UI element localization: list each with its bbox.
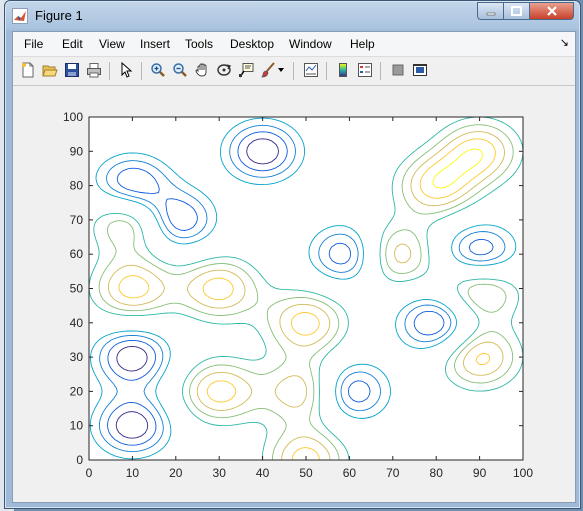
toolbar-separator — [141, 62, 142, 80]
contour-plot[interactable]: 0 10 20 30 40 50 60 70 80 90 100 0 10 20 30 40 50 60 70 80 9… — [13, 86, 575, 502]
brush-icon[interactable] — [259, 61, 277, 79]
close-icon — [546, 6, 557, 16]
y-tick-label: 30 — [70, 350, 84, 364]
plot-area: 0 10 20 30 40 50 60 70 80 90 100 0 10 20 30 40 50 60 70 80 9… — [13, 86, 575, 502]
rotate-3d-icon[interactable] — [215, 61, 233, 79]
window-title: Figure 1 — [35, 8, 83, 23]
menu-edit[interactable]: Edit — [62, 37, 83, 51]
toolbar-separator — [293, 62, 294, 80]
menu-view[interactable]: View — [99, 37, 125, 51]
menu-insert[interactable]: Insert — [140, 37, 170, 51]
dock-arrow-icon[interactable]: ↘ — [560, 36, 569, 49]
y-tick-label: 50 — [70, 282, 84, 296]
matlab-logo-icon — [12, 8, 28, 24]
zoom-out-icon[interactable] — [171, 61, 189, 79]
menu-tools[interactable]: Tools — [185, 37, 213, 51]
y-tick-label: 80 — [70, 179, 84, 193]
insert-colorbar-icon[interactable] — [334, 61, 352, 79]
pan-hand-icon[interactable] — [193, 61, 211, 79]
maximize-button[interactable] — [504, 2, 530, 20]
toolbar-separator — [109, 62, 110, 80]
toolbar-separator — [326, 62, 327, 80]
print-icon[interactable] — [85, 61, 103, 79]
brush-dropdown-icon[interactable] — [276, 61, 286, 79]
minimize-button[interactable] — [477, 2, 504, 20]
menu-help[interactable]: Help — [350, 37, 375, 51]
toolbar-separator — [380, 62, 381, 80]
x-tick-label: 50 — [299, 466, 313, 480]
x-tick-label: 100 — [513, 466, 533, 480]
axes-background — [89, 117, 523, 460]
edit-plot-arrow-icon[interactable] — [117, 61, 135, 79]
x-tick-label: 70 — [386, 466, 400, 480]
menu-window[interactable]: Window — [289, 37, 332, 51]
menu-bar: File Edit View Insert Tools Desktop Wind… — [13, 32, 575, 57]
figure-window: Figure 1 File Edit View Insert Tools Des… — [4, 0, 581, 509]
figure-client-area: File Edit View Insert Tools Desktop Wind… — [12, 31, 576, 503]
y-tick-label: 40 — [70, 316, 84, 330]
y-tick-label: 60 — [70, 247, 84, 261]
x-tick-label: 40 — [256, 466, 270, 480]
x-tick-label: 60 — [343, 466, 357, 480]
hide-plot-tools-icon[interactable] — [389, 61, 407, 79]
show-plot-tools-icon[interactable] — [411, 61, 429, 79]
new-figure-icon[interactable] — [19, 61, 37, 79]
x-tick-label: 30 — [213, 466, 227, 480]
x-tick-label: 90 — [473, 466, 487, 480]
insert-legend-icon[interactable] — [356, 61, 374, 79]
maximize-icon — [511, 6, 522, 16]
zoom-in-icon[interactable] — [149, 61, 167, 79]
y-tick-label: 20 — [70, 384, 84, 398]
x-tick-label: 20 — [169, 466, 183, 480]
figure-toolbar — [13, 57, 575, 86]
x-tick-label: 10 — [126, 466, 140, 480]
save-icon[interactable] — [63, 61, 81, 79]
y-tick-label: 90 — [70, 144, 84, 158]
y-tick-label: 100 — [63, 110, 83, 124]
y-tick-label: 10 — [70, 419, 84, 433]
menu-file[interactable]: File — [24, 37, 43, 51]
title-bar[interactable]: Figure 1 — [5, 1, 580, 31]
close-button[interactable] — [530, 2, 574, 20]
data-cursor-icon[interactable] — [237, 61, 255, 79]
x-tick-label: 0 — [86, 466, 93, 480]
y-tick-label: 70 — [70, 213, 84, 227]
link-plot-icon[interactable] — [302, 61, 320, 79]
y-tick-label: 0 — [76, 453, 83, 467]
open-file-icon[interactable] — [41, 61, 59, 79]
x-tick-label: 80 — [430, 466, 444, 480]
menu-desktop[interactable]: Desktop — [230, 37, 274, 51]
minimize-icon — [486, 12, 495, 16]
